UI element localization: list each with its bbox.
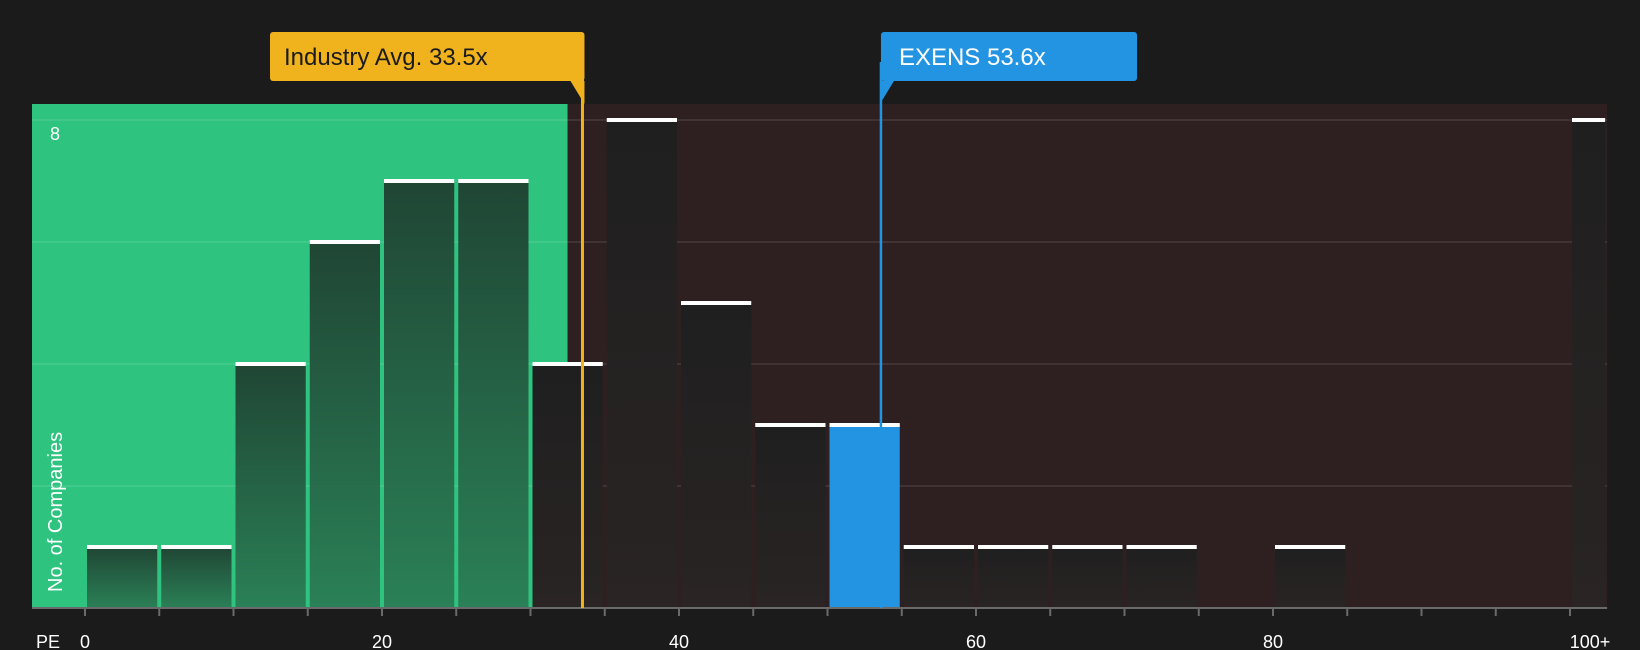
bar-cap: [1052, 545, 1123, 549]
x-tick-label: 100+: [1570, 632, 1611, 650]
bar-cap: [161, 545, 232, 549]
bar-cap: [1126, 545, 1197, 549]
bar-cap: [87, 545, 158, 549]
histogram-bar: [532, 364, 603, 608]
bar-cap: [458, 179, 529, 183]
x-tick-label: 20: [372, 632, 392, 650]
highlighted-bar: [829, 425, 900, 608]
bar-cap: [755, 423, 826, 427]
histogram-bar: [1275, 547, 1346, 608]
bar-cap: [829, 423, 900, 427]
histogram-bar: [384, 181, 455, 608]
bar-cap: [681, 301, 752, 305]
histogram-bar: [235, 364, 306, 608]
pe-distribution-chart: 8 0 20 40 60 80 100+ Industry Avg. 33.5x EXENS…: [0, 0, 1640, 650]
y-axis-label: No. of Companies: [45, 432, 67, 592]
x-tick-label: 80: [1263, 632, 1283, 650]
bar-cap: [606, 118, 677, 122]
histogram-bar: [1052, 547, 1123, 608]
bar-cap: [235, 362, 306, 366]
histogram-bar: [755, 425, 826, 608]
bar-cap: [384, 179, 455, 183]
histogram-bar: [1126, 547, 1197, 608]
industry-average-label: Industry Avg. 33.5x: [284, 44, 488, 71]
x-tick-label: 0: [80, 632, 90, 650]
histogram-bar: [903, 547, 974, 608]
x-axis-label: PE: [36, 632, 60, 650]
bar-cap: [903, 545, 974, 549]
bar-cap: [532, 362, 603, 366]
histogram-bar: [978, 547, 1049, 608]
company-pe-label: EXENS 53.6x: [899, 44, 1046, 71]
x-tick-label: 40: [669, 632, 689, 650]
histogram-bar: [458, 181, 529, 608]
bar-cap: [309, 240, 380, 244]
histogram-bar: [309, 242, 380, 608]
histogram-bar: [606, 120, 677, 608]
bar-cap: [978, 545, 1049, 549]
histogram-bar: [87, 547, 158, 608]
y-tick-label: 8: [50, 124, 60, 144]
histogram-bar: [161, 547, 232, 608]
bar-cap: [1572, 118, 1606, 122]
histogram-bar: [681, 303, 752, 608]
histogram-bar: [1572, 120, 1606, 608]
x-tick-label: 60: [966, 632, 986, 650]
bar-cap: [1275, 545, 1346, 549]
